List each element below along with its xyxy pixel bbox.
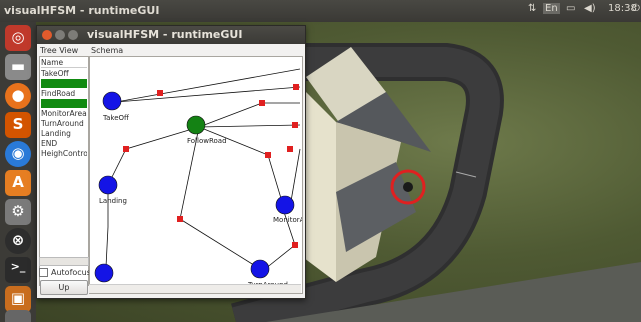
- transition-point[interactable]: [292, 242, 298, 248]
- transition-point[interactable]: [123, 146, 129, 152]
- document-icon: S: [12, 115, 24, 133]
- state-node-monitorarea[interactable]: [275, 195, 295, 215]
- close-icon[interactable]: [42, 30, 52, 40]
- libreoffice-icon[interactable]: S: [5, 112, 31, 138]
- battery-icon[interactable]: ▭: [566, 3, 575, 14]
- keyboard-icon[interactable]: En: [543, 3, 560, 14]
- maximize-icon[interactable]: [68, 30, 78, 40]
- transition-followroad-a: [198, 102, 300, 128]
- volume-icon[interactable]: ◀): [584, 3, 596, 14]
- transition-point[interactable]: [157, 90, 163, 96]
- tree-item[interactable]: FindRoad: [41, 89, 87, 98]
- tree-header-name[interactable]: Name: [41, 58, 87, 68]
- tree-item[interactable]: END: [41, 139, 87, 148]
- schema-label: Schema: [91, 46, 124, 55]
- transition-followroad-landing: [107, 126, 200, 186]
- trash-icon[interactable]: [5, 310, 31, 322]
- transition-point[interactable]: [287, 146, 293, 152]
- state-diagram: TakeOffFollowRoadLandingMonitorAENDTurnA…: [94, 68, 302, 293]
- state-label-monitorarea: MonitorA: [273, 216, 302, 224]
- chrome-logo-icon: ◉: [11, 144, 25, 162]
- tree-item[interactable]: [41, 79, 87, 88]
- shopping-bag-icon: A: [12, 173, 24, 191]
- transitions: [105, 68, 301, 270]
- globe-icon: ●: [11, 86, 25, 104]
- transition-takeoff-right: [115, 86, 301, 103]
- files-icon[interactable]: ▬: [5, 54, 31, 80]
- window-titlebar[interactable]: visualHFSM - runtimeGUI: [37, 26, 305, 44]
- autofocus-label: Autofocus: [51, 268, 91, 277]
- checkbox-box[interactable]: [39, 268, 48, 277]
- schema-canvas[interactable]: TakeOffFollowRoadLandingMonitorAENDTurnA…: [89, 56, 303, 294]
- settings-icon[interactable]: ⚙: [5, 199, 31, 225]
- transition-point[interactable]: [259, 100, 265, 106]
- firefox-icon[interactable]: ●: [5, 83, 31, 109]
- terminal-icon[interactable]: >_: [5, 257, 31, 283]
- transition-monitor-turnaround: [289, 148, 301, 208]
- transition-point[interactable]: [177, 216, 183, 222]
- state-label-landing: Landing: [99, 197, 127, 205]
- box-icon: ▣: [10, 289, 26, 307]
- prompt-icon: >_: [10, 260, 26, 273]
- chrome-icon[interactable]: ◉: [5, 141, 31, 167]
- active-window-title: visualHFSM - runtimeGUI: [4, 4, 160, 17]
- runtime-gui-window: visualHFSM - runtimeGUI Tree View Schema…: [36, 25, 306, 299]
- transition-takeoff-top: [115, 68, 301, 103]
- state-nodes: TakeOffFollowRoadLandingMonitorAENDTurnA…: [94, 91, 302, 293]
- state-node-takeoff[interactable]: [102, 91, 122, 111]
- window-title: visualHFSM - runtimeGUI: [87, 28, 243, 41]
- state-node-end[interactable]: [94, 263, 114, 283]
- top-panel: visualHFSM - runtimeGUI ⇅ En ▭ ◀) 18:38 …: [0, 0, 641, 22]
- up-button[interactable]: Up: [40, 280, 88, 295]
- ubuntu-one-icon[interactable]: ⊗: [5, 228, 31, 254]
- state-node-landing[interactable]: [98, 175, 118, 195]
- ubuntu-logo-icon: ◎: [11, 28, 25, 46]
- launcher: ◎ ▬ ● S ◉ A ⚙ ⊗ >_ ▣: [0, 22, 37, 322]
- autofocus-checkbox[interactable]: Autofocus: [39, 268, 91, 277]
- tree-item[interactable]: Landing: [41, 129, 87, 138]
- tree-horizontal-scrollbar[interactable]: [39, 257, 89, 266]
- software-center-icon[interactable]: A: [5, 170, 31, 196]
- tree-item[interactable]: TurnAround: [41, 119, 87, 128]
- transition-point[interactable]: [292, 122, 298, 128]
- transition-followroad-turnaround: [179, 126, 258, 268]
- tree-item[interactable]: [41, 99, 87, 108]
- state-node-turnaround[interactable]: [250, 259, 270, 279]
- network-icon[interactable]: ⇅: [528, 3, 536, 14]
- state-label-takeoff: TakeOff: [102, 114, 129, 122]
- gear-icon: ⚙: [11, 202, 25, 220]
- quadrotor-drone[interactable]: [403, 182, 413, 192]
- power-icon[interactable]: ⏻: [632, 3, 640, 14]
- tree-view[interactable]: Name TakeOff FindRoad MonitorArea TurnAroun…: [39, 56, 89, 286]
- cloud-icon: ⊗: [11, 231, 25, 249]
- dash-icon[interactable]: ◎: [5, 25, 31, 51]
- state-node-followroad[interactable]: [186, 115, 206, 135]
- state-label-followroad: FollowRoad: [187, 137, 227, 145]
- transition-point[interactable]: [265, 152, 271, 158]
- archive-icon[interactable]: ▣: [5, 286, 31, 312]
- tree-item[interactable]: HeighControl: [41, 149, 87, 158]
- tree-item[interactable]: TakeOff: [41, 69, 87, 78]
- transition-point[interactable]: [293, 84, 299, 90]
- schema-horizontal-scrollbar[interactable]: [89, 284, 301, 293]
- tree-item[interactable]: MonitorArea: [41, 109, 87, 118]
- minimize-icon[interactable]: [55, 30, 65, 40]
- folder-icon: ▬: [10, 57, 26, 75]
- transition-followroad-b: [198, 124, 301, 128]
- tree-view-label: Tree View: [40, 46, 79, 55]
